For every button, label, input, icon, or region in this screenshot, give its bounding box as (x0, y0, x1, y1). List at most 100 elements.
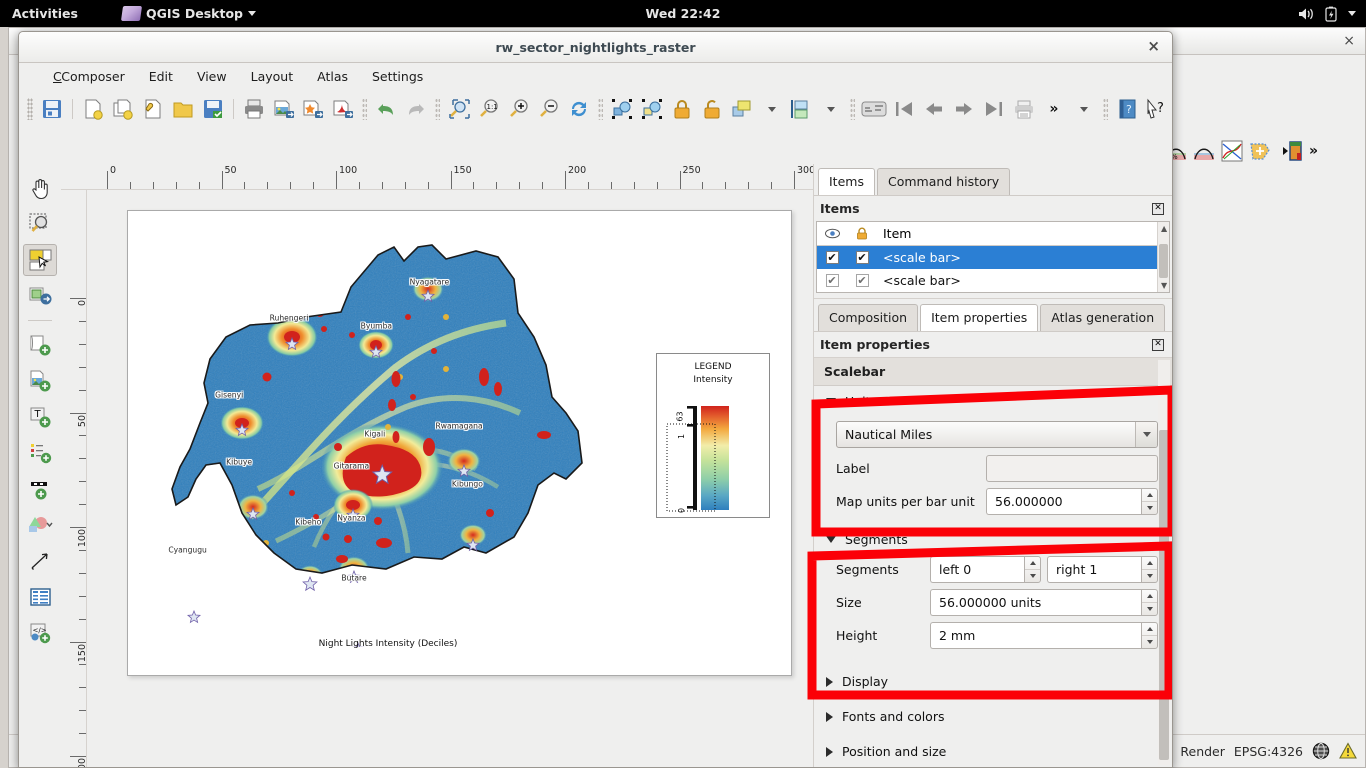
scroll-up-icon[interactable]: ▲ (1161, 224, 1167, 233)
zoom-out-icon[interactable] (534, 94, 564, 124)
stepper-up-icon[interactable] (1142, 557, 1157, 570)
menu-settings[interactable]: Settings (360, 66, 435, 87)
system-menu-caret-icon[interactable] (1348, 11, 1356, 16)
group-items-icon[interactable] (607, 94, 637, 124)
close-icon[interactable]: ✕ (1152, 202, 1164, 215)
lock-items-icon[interactable] (667, 94, 697, 124)
map-caption[interactable]: Night Lights Intensity (Deciles) (128, 639, 648, 649)
save-project-icon[interactable] (37, 94, 67, 124)
add-html-frame-icon[interactable]: </> (23, 617, 57, 649)
export-pdf-icon[interactable] (328, 94, 358, 124)
items-table[interactable]: Item ✔ ✔ <scale bar> ✔ ✔ <scale bar> ▲ ▼ (816, 221, 1170, 293)
chevron-right-icon[interactable] (826, 711, 833, 722)
chevron-down-icon[interactable] (826, 398, 836, 405)
map-item[interactable] (146, 217, 666, 647)
zoom-actual-icon[interactable]: 1:1 (474, 94, 504, 124)
units-select[interactable]: Nautical Miles (836, 421, 1158, 448)
duplicate-composer-icon[interactable] (108, 94, 138, 124)
ungroup-items-icon[interactable] (637, 94, 667, 124)
raise-items-icon[interactable] (727, 94, 757, 124)
app-menu[interactable]: QGIS Desktop (120, 6, 256, 21)
atlas-print-icon[interactable] (1009, 94, 1039, 124)
zoom-in-icon[interactable] (504, 94, 534, 124)
segments-left-input[interactable]: left 0 (930, 556, 1024, 583)
open-template-icon[interactable] (168, 94, 198, 124)
row-lock-checkbox[interactable]: ✔ (847, 274, 877, 287)
segments-left-stepper[interactable] (1024, 556, 1041, 583)
unlock-items-icon[interactable] (697, 94, 727, 124)
legend-item[interactable]: LEGEND Intensity 63 1 0 (656, 353, 770, 518)
segments-right-stepper[interactable] (1141, 556, 1158, 583)
crs-globe-icon[interactable] (1312, 742, 1330, 760)
refresh-view-icon[interactable] (564, 94, 594, 124)
size-stepper[interactable] (1141, 589, 1158, 616)
overflow-chevron-icon[interactable]: » (1309, 143, 1318, 159)
group-units[interactable]: Units (814, 386, 1172, 415)
menu-view[interactable]: View (185, 66, 239, 87)
chevron-right-icon[interactable] (826, 676, 833, 687)
composer-manager-icon[interactable] (138, 94, 168, 124)
tab-items[interactable]: Items (818, 168, 875, 195)
zoom-tool-icon[interactable] (23, 208, 57, 240)
histogram-stretch-2-icon[interactable] (1193, 140, 1215, 162)
export-svg-icon[interactable] (298, 94, 328, 124)
layer-export-icon[interactable] (1277, 140, 1303, 162)
activities-button[interactable]: Activities (12, 6, 78, 21)
render-toggle-label[interactable]: Render (1180, 744, 1225, 759)
row-visible-checkbox[interactable]: ✔ (817, 274, 847, 287)
chevron-down-icon[interactable] (826, 536, 836, 543)
stepper-up-icon[interactable] (1142, 489, 1157, 502)
align-items-icon[interactable] (787, 94, 817, 124)
add-attribute-table-icon[interactable] (23, 581, 57, 613)
chevron-right-icon[interactable] (826, 746, 833, 757)
tab-composition[interactable]: Composition (818, 304, 919, 331)
pan-tool-icon[interactable] (23, 172, 57, 204)
tab-atlas-generation[interactable]: Atlas generation (1040, 304, 1166, 331)
menu-composer[interactable]: CComposer (41, 66, 137, 87)
new-composer-icon[interactable] (78, 94, 108, 124)
move-item-content-icon[interactable] (23, 280, 57, 312)
group-position-and-size[interactable]: Position and size (814, 736, 1172, 765)
toolbar-dropdown-icon[interactable] (1069, 94, 1099, 124)
export-image-icon[interactable] (269, 94, 299, 124)
stepper-up-icon[interactable] (1142, 590, 1157, 603)
atlas-settings-icon[interactable] (859, 94, 889, 124)
plot-icon[interactable] (1221, 140, 1243, 162)
scroll-down-icon[interactable]: ▼ (1161, 281, 1167, 290)
stepper-down-icon[interactable] (1142, 603, 1157, 615)
stepper-up-icon[interactable] (1025, 557, 1040, 570)
menu-edit[interactable]: Edit (137, 66, 185, 87)
atlas-last-icon[interactable] (979, 94, 1009, 124)
row-visible-checkbox[interactable]: ✔ (817, 251, 847, 264)
whats-this-icon[interactable]: ? (1142, 94, 1172, 124)
stepper-down-icon[interactable] (1142, 570, 1157, 582)
add-shape-icon[interactable] (23, 509, 57, 541)
properties-scrollbar[interactable] (1158, 360, 1170, 765)
group-fonts-and-colors[interactable]: Fonts and colors (814, 701, 1172, 730)
stepper-down-icon[interactable] (1025, 570, 1040, 582)
save-template-icon[interactable] (198, 94, 228, 124)
table-row[interactable]: ✔ ✔ <scale bar> (817, 246, 1169, 269)
menu-layout[interactable]: Layout (239, 66, 306, 87)
zoom-full-icon[interactable] (444, 94, 474, 124)
atlas-prev-icon[interactable] (919, 94, 949, 124)
add-legend-icon[interactable] (23, 437, 57, 469)
group-display[interactable]: Display (814, 666, 1172, 695)
messages-warning-icon[interactable] (1339, 742, 1357, 760)
close-icon[interactable]: × (1343, 33, 1355, 49)
composer-page[interactable]: Nyagatare Ruhengeri Byumba Gisenyi Kigali Rwa… (127, 210, 792, 676)
menu-atlas[interactable]: Atlas (305, 66, 360, 87)
select-move-item-icon[interactable] (23, 244, 57, 276)
add-scalebar-icon[interactable] (23, 473, 57, 505)
map-units-per-bar-unit-input[interactable]: 56.000000 (986, 488, 1141, 515)
close-icon[interactable]: × (1147, 39, 1160, 54)
stepper-down-icon[interactable] (1142, 502, 1157, 514)
height-input[interactable]: 2 mm (930, 622, 1141, 649)
add-map-icon[interactable] (23, 329, 57, 361)
toolbar-dropdown-icon[interactable] (816, 94, 846, 124)
undo-icon[interactable] (371, 94, 401, 124)
print-icon[interactable] (239, 94, 269, 124)
composer-page-scroll[interactable]: Nyagatare Ruhengeri Byumba Gisenyi Kigali Rwa… (87, 190, 813, 767)
add-image-icon[interactable] (23, 365, 57, 397)
atlas-next-icon[interactable] (949, 94, 979, 124)
